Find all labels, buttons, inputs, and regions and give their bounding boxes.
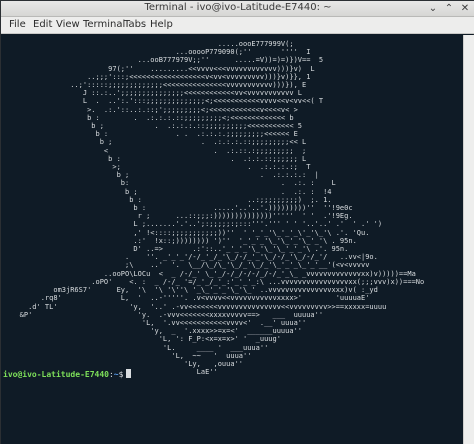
menu-file[interactable]: File: [9, 19, 26, 30]
shell-prompt[interactable]: ivo@ivo-Latitude-E7440:~$: [3, 369, 132, 380]
prompt-user-host: ivo@ivo-Latitude-E7440: [3, 370, 109, 379]
menu-view[interactable]: View: [56, 19, 80, 30]
ascii-art-output: .....oooE777999V(; ...ooooP779090(;'' ''…: [19, 40, 425, 377]
menu-bar: File Edit View Terminal Tabs Help: [1, 17, 474, 34]
vertical-scrollbar[interactable]: [463, 35, 474, 444]
close-button[interactable]: ✕: [459, 3, 471, 15]
prompt-symbol: $: [118, 370, 124, 379]
menu-edit[interactable]: Edit: [33, 19, 52, 30]
text-cursor: [126, 369, 132, 378]
menu-terminal[interactable]: Terminal: [83, 19, 125, 30]
menu-help[interactable]: Help: [150, 19, 173, 30]
terminal-output[interactable]: .....oooE777999V(; ...ooooP779090(;'' ''…: [1, 35, 463, 444]
terminal-window: Terminal - ivo@ivo-Latitude-E7440: ~ ⌄ ⌃…: [0, 0, 474, 444]
maximize-button[interactable]: ⌃: [443, 3, 455, 15]
menu-tabs[interactable]: Tabs: [124, 19, 146, 30]
window-title: Terminal - ivo@ivo-Latitude-E7440: ~: [144, 2, 332, 13]
title-bar[interactable]: Terminal - ivo@ivo-Latitude-E7440: ~ ⌄ ⌃…: [1, 1, 474, 17]
minimize-button[interactable]: ⌄: [427, 3, 439, 15]
